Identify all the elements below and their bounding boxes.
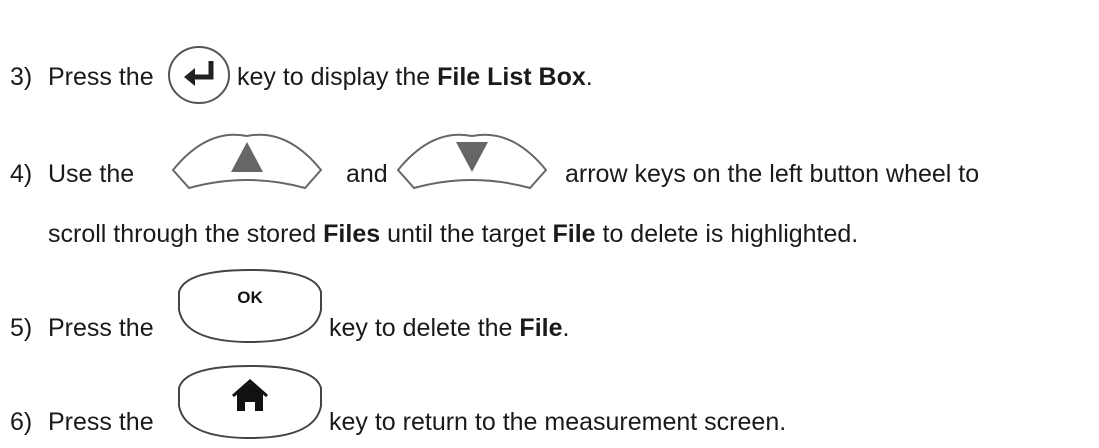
ok-key-label: OK	[237, 288, 263, 307]
step-number: 6)	[10, 408, 33, 436]
step-text-post: key to display the File List Box.	[237, 63, 593, 91]
up-arrow-key-icon	[167, 132, 327, 192]
step-text-post: key to delete the File.	[329, 314, 570, 342]
step-text-pre: Press the	[48, 63, 154, 91]
step-text-post: key to return to the measurement screen.	[329, 408, 787, 436]
step-text-pre: Use the	[48, 160, 135, 188]
step-number: 5)	[10, 314, 33, 342]
down-arrow-key-icon	[392, 132, 552, 192]
ok-key-icon: OK	[175, 266, 325, 346]
enter-key-icon	[167, 45, 231, 105]
step-text-post: arrow keys on the left button wheel to	[565, 160, 980, 188]
step-number: 4)	[10, 160, 33, 188]
step-text-continued: scroll through the stored Files until th…	[48, 220, 859, 248]
step-text-pre: Press the	[48, 408, 154, 436]
home-key-icon	[175, 362, 325, 442]
step-number: 3)	[10, 63, 33, 91]
step-text-mid: and	[346, 160, 388, 188]
step-text-pre: Press the	[48, 314, 154, 342]
